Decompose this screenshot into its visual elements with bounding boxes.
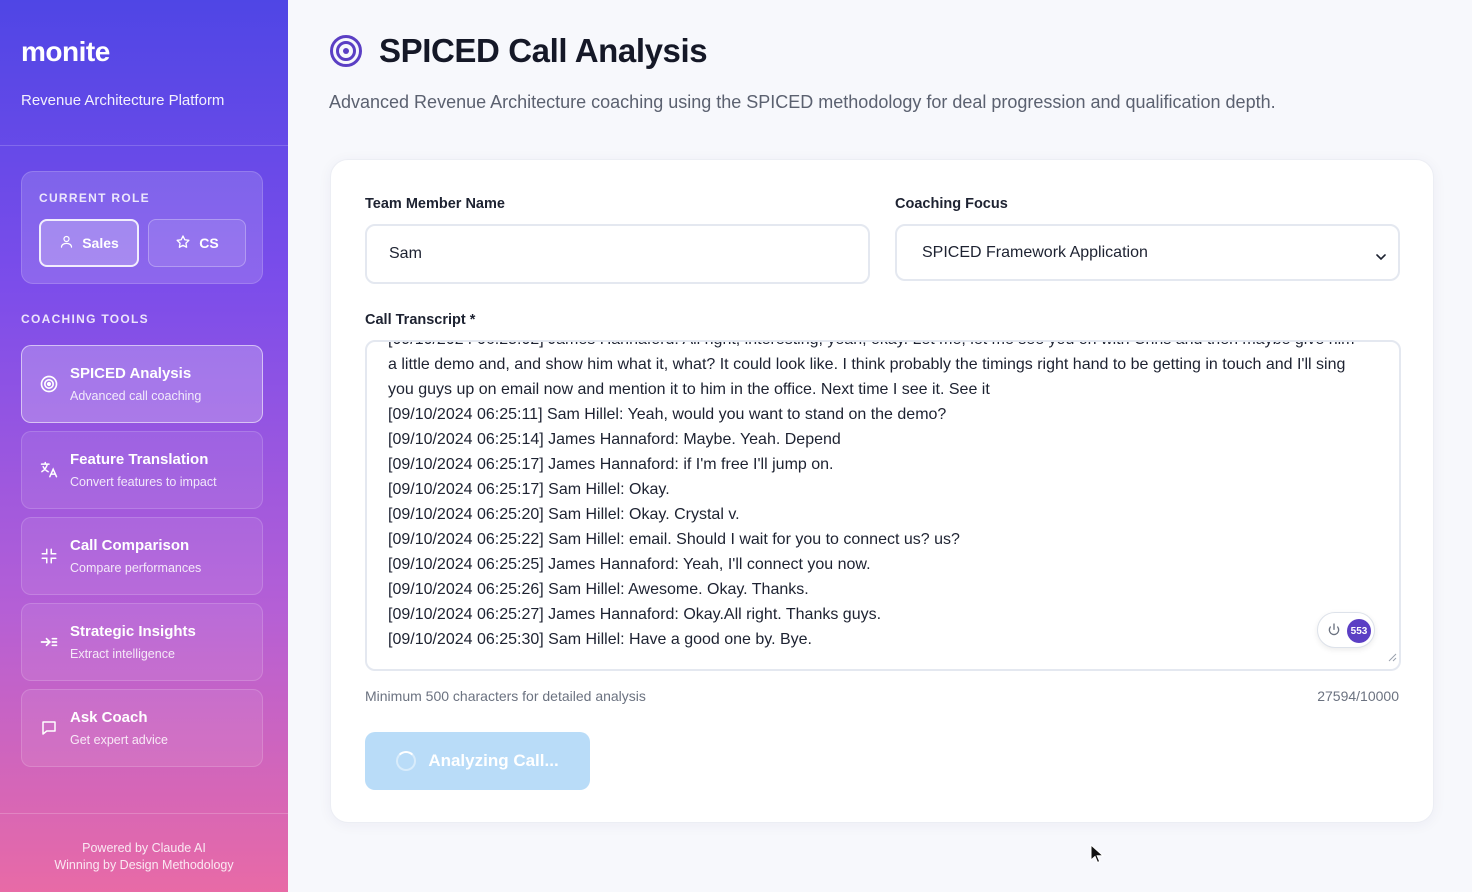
role-label-sales: Sales bbox=[82, 235, 119, 251]
sidebar-item-spiced-analysis[interactable]: SPICED Analysis Advanced call coaching bbox=[21, 345, 263, 423]
target-icon bbox=[329, 34, 363, 68]
team-member-label: Team Member Name bbox=[365, 196, 505, 212]
coaching-focus-value: SPICED Framework Application bbox=[922, 244, 1148, 261]
tool-subtitle: Get expert advice bbox=[70, 733, 168, 747]
sidebar-divider bbox=[0, 145, 288, 146]
transcript-hint: Minimum 500 characters for detailed anal… bbox=[365, 688, 646, 704]
role-button-sales[interactable]: Sales bbox=[39, 219, 139, 267]
sidebar-item-feature-translation[interactable]: Feature Translation Convert features to … bbox=[21, 431, 263, 509]
tool-subtitle: Convert features to impact bbox=[70, 475, 217, 489]
extension-widget[interactable]: 553 bbox=[1317, 612, 1375, 648]
sidebar-footer: Powered by Claude AI Winning by Design M… bbox=[0, 840, 288, 874]
transcript-text: [09/10/2024 06:25:02] James Hannaford: A… bbox=[388, 342, 1379, 652]
coaching-focus-label: Coaching Focus bbox=[895, 196, 1008, 212]
extension-badge: 553 bbox=[1347, 619, 1371, 643]
transcript-line: [09/10/2024 06:25:17] James Hannaford: i… bbox=[388, 456, 834, 473]
star-icon bbox=[175, 234, 191, 253]
sidebar-item-strategic-insights[interactable]: Strategic Insights Extract intelligence bbox=[21, 603, 263, 681]
transcript-line: a little demo and, and show him what it,… bbox=[388, 356, 1346, 373]
transcript-line: [09/10/2024 06:25:26] Sam Hillel: Awesom… bbox=[388, 581, 809, 598]
brand-subtitle: Revenue Architecture Platform bbox=[21, 92, 225, 109]
main-content: SPICED Call Analysis Advanced Revenue Ar… bbox=[288, 0, 1472, 892]
character-counter: 27594/10000 bbox=[1317, 688, 1399, 704]
user-icon bbox=[59, 234, 74, 252]
tool-title: Feature Translation bbox=[70, 451, 209, 468]
chevron-down-icon bbox=[1376, 248, 1386, 266]
transcript-line: [09/10/2024 06:25:20] Sam Hillel: Okay. … bbox=[388, 506, 740, 523]
sidebar: monite Revenue Architecture Platform CUR… bbox=[0, 0, 288, 892]
analyze-button-label: Analyzing Call... bbox=[428, 751, 559, 770]
role-title: CURRENT ROLE bbox=[39, 191, 150, 205]
insight-icon bbox=[38, 631, 60, 653]
role-button-cs[interactable]: CS bbox=[148, 219, 246, 267]
tool-subtitle: Compare performances bbox=[70, 561, 202, 575]
tool-title: Ask Coach bbox=[70, 709, 148, 726]
target-icon bbox=[38, 373, 60, 395]
transcript-line: [09/10/2024 06:25:02] James Hannaford: A… bbox=[388, 342, 1379, 352]
methodology-text: Winning by Design Methodology bbox=[54, 858, 234, 872]
resize-handle-icon[interactable] bbox=[1387, 649, 1397, 667]
brand-logo: monite bbox=[21, 36, 110, 67]
transcript-line: [09/10/2024 06:25:14] James Hannaford: M… bbox=[388, 431, 841, 448]
transcript-line: [09/10/2024 06:25:11] Sam Hillel: Yeah, … bbox=[388, 406, 947, 423]
power-icon bbox=[1326, 622, 1342, 643]
transcript-line: you guys up on email now and mention it … bbox=[388, 381, 990, 398]
spinner-icon bbox=[396, 751, 417, 771]
analysis-form-card: Team Member Name Coaching Focus SPICED F… bbox=[330, 159, 1434, 823]
coaching-focus-select[interactable]: SPICED Framework Application bbox=[895, 224, 1400, 281]
sidebar-footer-divider bbox=[0, 813, 288, 814]
transcript-line: [09/10/2024 06:25:17] Sam Hillel: Okay. bbox=[388, 481, 670, 498]
sidebar-item-ask-coach[interactable]: Ask Coach Get expert advice bbox=[21, 689, 263, 767]
chat-icon bbox=[38, 717, 60, 739]
mouse-cursor-icon bbox=[1090, 843, 1105, 869]
analyze-button[interactable]: Analyzing Call... bbox=[365, 732, 590, 790]
compress-icon bbox=[38, 545, 60, 567]
tool-title: SPICED Analysis bbox=[70, 365, 192, 382]
powered-by-text: Powered by Claude AI bbox=[82, 841, 206, 855]
sidebar-item-call-comparison[interactable]: Call Comparison Compare performances bbox=[21, 517, 263, 595]
role-card: CURRENT ROLE Sales CS bbox=[21, 171, 263, 284]
team-member-input[interactable] bbox=[365, 224, 870, 284]
transcript-line: [09/10/2024 06:25:22] Sam Hillel: email.… bbox=[388, 531, 960, 548]
transcript-line: [09/10/2024 06:25:25] James Hannaford: Y… bbox=[388, 556, 871, 573]
page-title: SPICED Call Analysis bbox=[379, 32, 708, 69]
translate-icon bbox=[38, 459, 60, 481]
tool-title: Call Comparison bbox=[70, 537, 190, 554]
tool-title: Strategic Insights bbox=[70, 623, 196, 640]
tool-subtitle: Advanced call coaching bbox=[70, 389, 202, 403]
tool-subtitle: Extract intelligence bbox=[70, 647, 175, 661]
page-subtitle: Advanced Revenue Architecture coaching u… bbox=[329, 92, 1276, 112]
transcript-line: [09/10/2024 06:25:27] James Hannaford: O… bbox=[388, 606, 882, 623]
tools-title: COACHING TOOLS bbox=[21, 312, 149, 326]
transcript-label: Call Transcript * bbox=[365, 312, 476, 328]
role-label-cs: CS bbox=[199, 235, 219, 251]
transcript-line: [09/10/2024 06:25:30] Sam Hillel: Have a… bbox=[388, 631, 812, 648]
transcript-textarea[interactable]: [09/10/2024 06:25:02] James Hannaford: A… bbox=[365, 340, 1401, 671]
